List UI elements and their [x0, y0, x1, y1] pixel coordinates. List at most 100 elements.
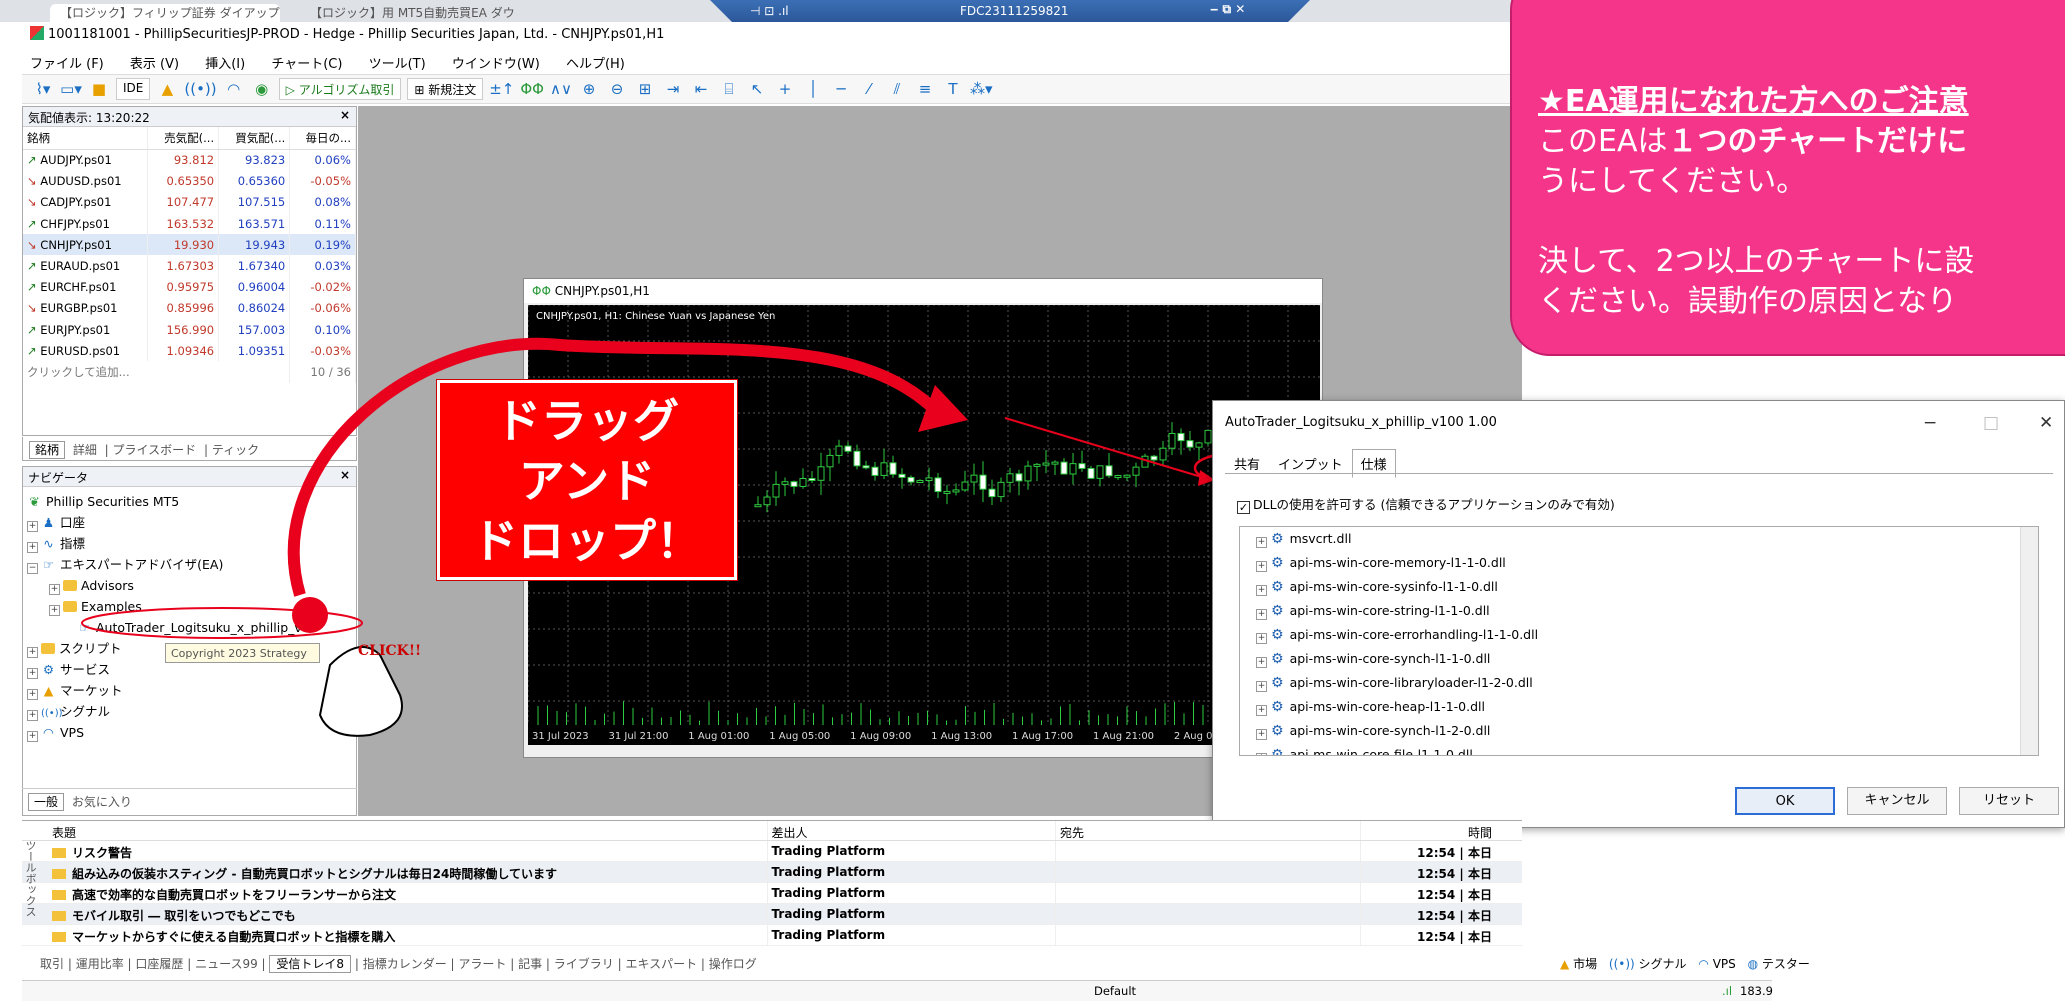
signals-link[interactable]: シグナル — [1639, 957, 1687, 971]
dll-item[interactable]: + ⚙ api-ms-win-core-heap-l1-1-0.dll — [1248, 695, 2038, 719]
dll-item[interactable]: + ⚙ api-ms-win-core-file-l1-1-0.dll — [1248, 743, 2038, 756]
gear-icon: ⚙ — [1271, 699, 1284, 715]
dll-item[interactable]: + ⚙ msvcrt.dll — [1248, 527, 2038, 551]
mail-row[interactable]: モバイル取引 ― 取引をいつでもどこでも Trading Platform 12:5… — [22, 904, 1522, 925]
toolbox-tab[interactable]: 受信トレイ8 — [269, 955, 352, 973]
reset-button[interactable]: リセット — [1959, 787, 2059, 815]
toolbox-tab[interactable]: 口座履歴 — [135, 957, 183, 971]
dll-name: api-ms-win-core-synch-l1-2-0.dll — [1289, 723, 1491, 738]
warning-note: ★EA運用になれた方へのご注意 このEAは１つのチャートだけに うにしてください… — [1510, 0, 2065, 356]
dll-item[interactable]: + ⚙ api-ms-win-core-sysinfo-l1-1-0.dll — [1248, 575, 2038, 599]
expand-icon[interactable]: + — [1256, 729, 1267, 740]
maximize-icon: □ — [1983, 413, 2000, 433]
dialog-body: ✓ DLLの使用を許可する (信頼できるアプリケーションのみで有効) + ⚙ msvc… — [1225, 473, 2053, 773]
mail-time: 12:54 | 本日 — [1359, 862, 1522, 882]
dll-name: api-ms-win-core-string-l1-1-0.dll — [1289, 603, 1490, 618]
mail-time: 12:54 | 本日 — [1359, 883, 1522, 903]
bag-icon: ▲ — [1560, 957, 1570, 971]
note-line: ください。誤動作の原因となり — [1538, 284, 1958, 319]
checkbox-checked-icon[interactable]: ✓ — [1237, 501, 1250, 514]
envelope-icon — [52, 911, 66, 921]
col-from[interactable]: 差出人 — [766, 821, 1056, 840]
toolbox-tab[interactable]: 取引 — [40, 957, 64, 971]
expand-icon[interactable]: + — [1256, 561, 1267, 572]
mail-row[interactable]: マーケットからすぐに使える自動売買ロボットと指標を購入 Trading Platf… — [22, 925, 1522, 946]
col-subject[interactable]: 表題 — [22, 821, 767, 840]
mail-subject-cell: 組み込みの仮装ホスティング - 自動売買ロボットとシグナルは毎日24時間稼働して… — [22, 862, 767, 882]
toolbox-tab[interactable]: ニュース99 — [195, 957, 258, 971]
tab-separator: | — [506, 957, 519, 971]
mail-from: Trading Platform — [766, 862, 1056, 882]
ok-button[interactable]: OK — [1735, 787, 1835, 815]
dll-item[interactable]: + ⚙ api-ms-win-core-memory-l1-1-0.dll — [1248, 551, 2038, 575]
gear-icon: ⚙ — [1271, 675, 1284, 691]
toolbox-tab[interactable]: 記事 — [518, 957, 542, 971]
toolbox-tab[interactable]: 運用比率 — [76, 957, 124, 971]
expand-icon[interactable]: + — [1256, 657, 1267, 668]
toolbox-tab[interactable]: エキスパート — [625, 957, 697, 971]
tab-separator: | — [351, 957, 363, 971]
callout-line: ドラッグ — [495, 394, 679, 448]
note-line: このEAは１つのチャートだけに — [1538, 122, 2065, 162]
mail-row[interactable]: 組み込みの仮装ホスティング - 自動売買ロボットとシグナルは毎日24時間稼働して… — [22, 862, 1522, 883]
mail-to — [1055, 862, 1360, 882]
dll-name: api-ms-win-core-synch-l1-1-0.dll — [1289, 651, 1491, 666]
col-to[interactable]: 宛先 — [1055, 821, 1360, 840]
tester-link[interactable]: テスター — [1762, 957, 1810, 971]
gear-icon: ⚙ — [1271, 603, 1284, 619]
minimize-icon[interactable]: − — [1923, 413, 1937, 433]
gear-icon: ⚙ — [1271, 627, 1284, 643]
mail-to — [1055, 925, 1360, 945]
status-bar: Default .ıl 183.9 — [22, 980, 1773, 1001]
mail-subject: 組み込みの仮装ホスティング - 自動売買ロボットとシグナルは毎日24時間稼働して… — [72, 867, 557, 881]
expand-icon[interactable]: + — [1256, 753, 1267, 755]
envelope-icon — [52, 932, 66, 942]
dll-item[interactable]: + ⚙ api-ms-win-core-libraryloader-l1-2-0.d… — [1248, 671, 2038, 695]
profile-name[interactable]: Default — [1094, 984, 1136, 998]
tab-separator: | — [613, 957, 626, 971]
tab-separator: | — [697, 957, 709, 971]
toolbox-tab[interactable]: 指標カレンダー — [363, 957, 447, 971]
mail-time: 12:54 | 本日 — [1359, 925, 1522, 945]
gear-icon: ⚙ — [1271, 555, 1284, 571]
market-link[interactable]: 市場 — [1573, 957, 1597, 971]
toolbox-header: 表題 差出人 宛先 時間 — [22, 821, 1522, 841]
dll-list: + ⚙ msvcrt.dll + ⚙ api-ms-win-core-memory-l1-… — [1239, 526, 2039, 756]
expand-icon[interactable]: + — [1256, 681, 1267, 692]
cancel-button[interactable]: キャンセル — [1847, 787, 1947, 815]
dll-name: api-ms-win-core-file-l1-1-0.dll — [1289, 747, 1473, 756]
mail-subject: モバイル取引 ― 取引をいつでもどこでも — [72, 909, 296, 923]
gear-icon: ⚙ — [1271, 747, 1284, 756]
note-text: このEAは — [1538, 124, 1668, 159]
mail-subject-cell: リスク警告 — [22, 841, 767, 861]
dialog-title: AutoTrader_Logitsuku_x_phillip_v100 1.00 — [1225, 415, 1497, 430]
expand-icon[interactable]: + — [1256, 609, 1267, 620]
toolbox-side-label: ツールボックス — [24, 840, 37, 917]
mail-row[interactable]: 高速で効率的な自動売買ロボットをフリーランサーから注文 Trading Platf… — [22, 883, 1522, 904]
scrollbar[interactable] — [2020, 527, 2038, 755]
dll-item[interactable]: + ⚙ api-ms-win-core-synch-l1-2-0.dll — [1248, 719, 2038, 743]
dll-name: api-ms-win-core-libraryloader-l1-2-0.dll — [1289, 675, 1533, 690]
mail-row[interactable]: リスク警告 Trading Platform 12:54 | 本日 — [22, 841, 1522, 862]
note-line: 決して、2つ以上のチャートに設 — [1538, 244, 1975, 279]
expand-icon[interactable]: + — [1256, 537, 1267, 548]
expand-icon[interactable]: + — [1256, 585, 1267, 596]
toolbox-tab[interactable]: ライブラリ — [554, 957, 614, 971]
dll-item[interactable]: + ⚙ api-ms-win-core-synch-l1-1-0.dll — [1248, 647, 2038, 671]
col-time[interactable]: 時間 — [1359, 821, 1522, 840]
mail-subject: リスク警告 — [72, 846, 133, 860]
dialog-title-bar: AutoTrader_Logitsuku_x_phillip_v100 1.00… — [1213, 401, 2064, 445]
toolbox-tab[interactable]: 操作ログ — [709, 957, 757, 971]
dll-item[interactable]: + ⚙ api-ms-win-core-errorhandling-l1-1-0.d… — [1248, 623, 2038, 647]
toolbox-tab[interactable]: アラート — [458, 957, 506, 971]
tab-separator: | — [257, 957, 270, 971]
dll-name: msvcrt.dll — [1289, 531, 1352, 546]
expand-icon[interactable]: + — [1256, 633, 1267, 644]
signal-icon: ((•)) — [1608, 957, 1635, 971]
vps-link[interactable]: VPS — [1713, 957, 1736, 971]
expand-icon[interactable]: + — [1256, 705, 1267, 716]
close-icon[interactable]: ✕ — [2039, 413, 2053, 433]
dll-item[interactable]: + ⚙ api-ms-win-core-string-l1-1-0.dll — [1248, 599, 2038, 623]
allow-dll-checkbox[interactable]: ✓ DLLの使用を許可する (信頼できるアプリケーションのみで有効) — [1237, 494, 1615, 514]
tester-icon: ◍ — [1747, 957, 1759, 971]
